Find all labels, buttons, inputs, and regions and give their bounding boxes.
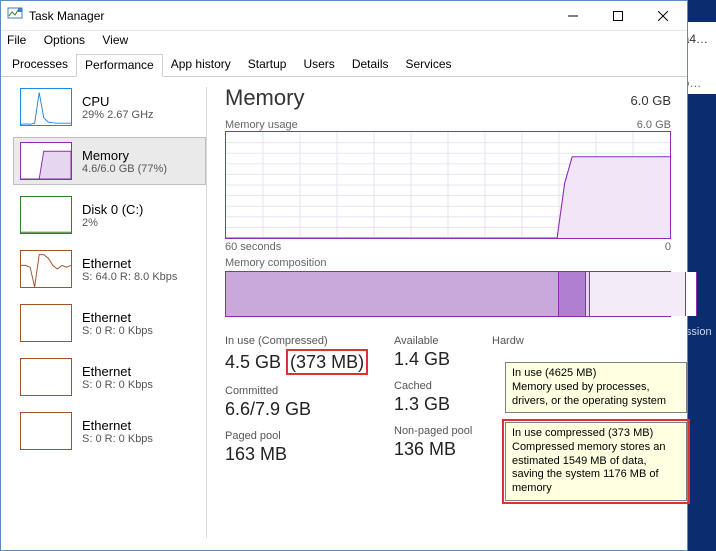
close-button[interactable] [640, 1, 685, 30]
sidebar-title: CPU [82, 94, 154, 109]
usage-max: 6.0 GB [637, 119, 671, 131]
stat-value: 4.5 GB (373 MB) [225, 349, 380, 375]
memory-composition-chart[interactable] [225, 271, 671, 317]
tooltip-inuse: In use (4625 MB) Memory used by processe… [505, 362, 687, 413]
eth-thumb [20, 250, 72, 288]
window-title: Task Manager [29, 9, 104, 23]
page-title: Memory [225, 85, 304, 111]
sidebar-item-eth2[interactable]: EthernetS: 0 R: 0 Kbps [13, 299, 206, 347]
sidebar-item-eth1[interactable]: EthernetS: 64.0 R: 8.0 Kbps [13, 245, 206, 293]
sidebar-item-disk0[interactable]: Disk 0 (C:)2% [13, 191, 206, 239]
menu-file[interactable]: File [7, 33, 26, 47]
stat-value: 1.3 GB [394, 394, 478, 415]
titlebar[interactable]: Task Manager [1, 1, 687, 31]
tooltip-body: Compressed memory stores an estimated 15… [512, 441, 680, 496]
stage: - - pression ew/a4768 le.co… Task Manage… [0, 0, 716, 551]
usage-label: Memory usage [225, 119, 298, 131]
compressed-value-highlight: (373 MB) [286, 349, 368, 375]
inuse-value: 4.5 GB [225, 352, 281, 372]
sidebar-title: Ethernet [82, 418, 153, 433]
tooltip-compressed: In use compressed (373 MB) Compressed me… [505, 422, 687, 501]
sidebar-item-memory[interactable]: Memory4.6/6.0 GB (77%) [13, 137, 206, 185]
app-icon [7, 5, 23, 26]
eth-thumb [20, 412, 72, 450]
comp-label: Memory composition [225, 257, 326, 269]
sidebar-sub: 2% [82, 217, 143, 229]
memory-thumb [20, 142, 72, 180]
stat-label: In use (Compressed) [225, 335, 380, 347]
stat-label: Hardw [492, 335, 532, 347]
sidebar-sub: S: 0 R: 0 Kbps [82, 379, 153, 391]
sidebar-item-eth4[interactable]: EthernetS: 0 R: 0 Kbps [13, 407, 206, 455]
disk-thumb [20, 196, 72, 234]
axis-left: 60 seconds [225, 241, 281, 253]
cpu-thumb [20, 88, 72, 126]
eth-thumb [20, 358, 72, 396]
sidebar-sub: 4.6/6.0 GB (77%) [82, 163, 167, 175]
tab-app-history[interactable]: App history [162, 53, 240, 76]
sidebar-title: Disk 0 (C:) [82, 202, 143, 217]
sidebar-title: Ethernet [82, 256, 177, 271]
stat-value: 1.4 GB [394, 349, 478, 370]
tooltip-title: In use (4625 MB) [512, 367, 680, 381]
stat-label: Paged pool [225, 430, 380, 442]
tooltip-title: In use compressed (373 MB) [512, 427, 680, 441]
tab-processes[interactable]: Processes [3, 53, 77, 76]
stat-label: Available [394, 335, 478, 347]
stat-value: 163 MB [225, 444, 380, 465]
sidebar-sub: S: 64.0 R: 8.0 Kbps [82, 271, 177, 283]
eth-thumb [20, 304, 72, 342]
sidebar-sub: 29% 2.67 GHz [82, 109, 154, 121]
tabs: Processes Performance App history Startu… [1, 49, 687, 77]
stat-value: 6.6/7.9 GB [225, 399, 380, 420]
sidebar-sub: S: 0 R: 0 Kbps [82, 325, 153, 337]
tab-services[interactable]: Services [397, 53, 461, 76]
sidebar-sub: S: 0 R: 0 Kbps [82, 433, 153, 445]
sidebar-title: Ethernet [82, 310, 153, 325]
sidebar-title: Memory [82, 148, 167, 163]
minimize-button[interactable] [550, 1, 595, 30]
tab-details[interactable]: Details [343, 53, 398, 76]
axis-right: 0 [665, 241, 671, 253]
menu-view[interactable]: View [102, 33, 128, 47]
sidebar-title: Ethernet [82, 364, 153, 379]
stat-value: 136 MB [394, 439, 478, 460]
sidebar-item-eth3[interactable]: EthernetS: 0 R: 0 Kbps [13, 353, 206, 401]
tooltip-body: Memory used by processes, drivers, or th… [512, 381, 680, 409]
stat-label: Non-paged pool [394, 425, 478, 437]
window-buttons [550, 1, 685, 30]
capacity: 6.0 GB [631, 93, 671, 108]
maximize-button[interactable] [595, 1, 640, 30]
menu-options[interactable]: Options [44, 33, 85, 47]
tab-startup[interactable]: Startup [239, 53, 296, 76]
tab-users[interactable]: Users [294, 53, 343, 76]
sidebar-item-cpu[interactable]: CPU29% 2.67 GHz [13, 83, 206, 131]
stat-label: Cached [394, 380, 478, 392]
menubar: File Options View [1, 31, 687, 49]
tab-performance[interactable]: Performance [76, 54, 163, 77]
memory-usage-chart[interactable] [225, 131, 671, 239]
sidebar[interactable]: CPU29% 2.67 GHz Memory4.6/6.0 GB (77%) D… [1, 77, 206, 548]
stat-label: Committed [225, 385, 380, 397]
